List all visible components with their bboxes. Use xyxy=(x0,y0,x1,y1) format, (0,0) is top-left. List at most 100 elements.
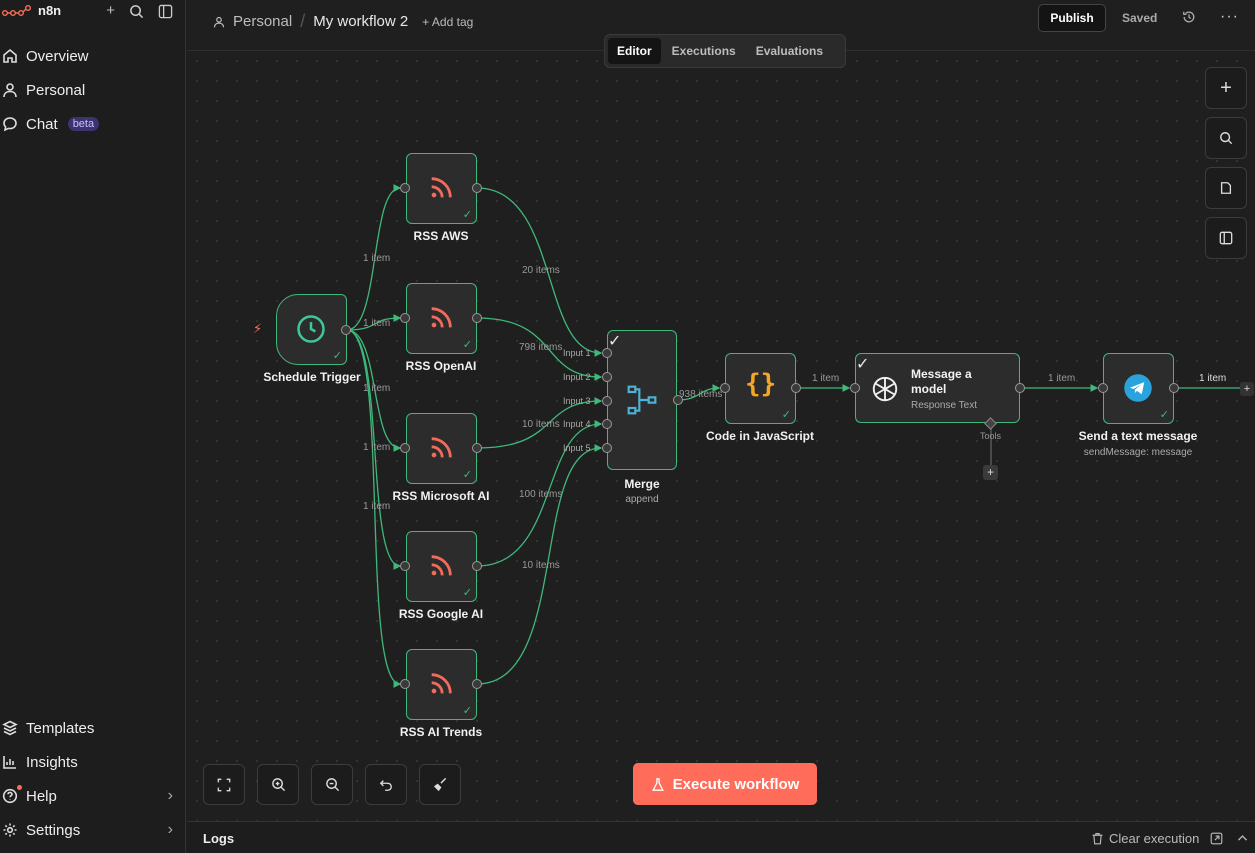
rss-microsoft-node[interactable]: ✓ xyxy=(406,413,477,484)
tab-executions[interactable]: Executions xyxy=(663,38,745,64)
add-tag-button[interactable]: + Add tag xyxy=(422,15,473,29)
undo-button[interactable] xyxy=(365,764,407,805)
input-handle[interactable] xyxy=(400,443,410,453)
output-handle[interactable] xyxy=(1169,383,1179,393)
history-icon[interactable] xyxy=(1182,10,1196,24)
flask-icon xyxy=(651,777,664,791)
output-handle[interactable] xyxy=(472,183,482,193)
sidebar-toggle-icon[interactable] xyxy=(158,4,173,19)
output-handle[interactable] xyxy=(472,313,482,323)
sticky-note-button[interactable] xyxy=(1205,167,1247,209)
telegram-node[interactable]: ✓ xyxy=(1103,353,1174,424)
rss-openai-node[interactable]: ✓ xyxy=(406,283,477,354)
output-handle[interactable] xyxy=(1015,383,1025,393)
node-label: RSS OpenAI xyxy=(405,359,477,373)
project-link[interactable]: Personal xyxy=(233,13,292,30)
check-icon: ✓ xyxy=(781,409,791,421)
edge-label: 1 item xyxy=(363,253,391,264)
popout-icon[interactable] xyxy=(1210,832,1223,845)
merge-input-handle[interactable] xyxy=(602,419,612,429)
node-subtitle: Response Text xyxy=(911,400,977,411)
merge-input-label: Input 2 xyxy=(563,372,591,382)
output-handle[interactable] xyxy=(341,325,351,335)
canvas-bottom-toolbar xyxy=(203,764,461,805)
logs-panel[interactable]: Logs Clear execution xyxy=(187,821,1255,853)
add-node-button[interactable]: + xyxy=(1240,382,1254,396)
check-icon: ✓ xyxy=(462,209,472,221)
merge-input-handle[interactable] xyxy=(602,396,612,406)
sidebar-bottom-nav: Templates Insights Help › Settings › xyxy=(0,711,185,847)
edge-label: 1 item xyxy=(1199,373,1227,384)
sidebar-item-settings[interactable]: Settings › xyxy=(0,813,185,847)
output-handle[interactable] xyxy=(472,443,482,453)
tab-editor[interactable]: Editor xyxy=(608,38,661,64)
node-label: RSS AI Trends xyxy=(399,725,483,739)
edge-label: 1 item xyxy=(812,373,840,384)
mode-tabs: Editor Executions Evaluations xyxy=(604,34,846,68)
tidy-up-button[interactable] xyxy=(419,764,461,805)
execute-workflow-button[interactable]: Execute workflow xyxy=(633,763,817,805)
input-handle[interactable] xyxy=(1098,383,1108,393)
gear-icon xyxy=(3,823,17,837)
add-tool-button[interactable]: + xyxy=(983,465,998,480)
sidebar-item-label: Help xyxy=(26,787,57,805)
breadcrumb: Personal / My workflow 2 + Add tag xyxy=(213,11,473,32)
plus-icon[interactable]: + xyxy=(106,2,115,19)
check-icon: ✓ xyxy=(462,705,472,717)
sidebar-item-help[interactable]: Help › xyxy=(0,779,185,813)
node-label: Code in JavaScript xyxy=(705,429,815,443)
sidebar-nav: Overview Personal Chat beta xyxy=(0,39,185,141)
zoom-in-button[interactable] xyxy=(257,764,299,805)
workflow-canvas[interactable]: 1 item 1 item 1 item 1 item 1 item 20 it… xyxy=(187,51,1255,821)
fit-view-button[interactable] xyxy=(203,764,245,805)
zoom-out-button[interactable] xyxy=(311,764,353,805)
input-handle[interactable] xyxy=(720,383,730,393)
check-icon: ✓ xyxy=(462,469,472,481)
sidebar-item-chat[interactable]: Chat beta xyxy=(0,107,185,141)
output-handle[interactable] xyxy=(791,383,801,393)
sidebar-item-insights[interactable]: Insights xyxy=(0,745,185,779)
sidebar-item-overview[interactable]: Overview xyxy=(0,39,185,73)
bar-chart-icon xyxy=(3,756,16,769)
merge-node[interactable]: ✓ xyxy=(607,330,677,470)
chevron-up-icon[interactable] xyxy=(1236,832,1249,845)
side-panel-button[interactable] xyxy=(1205,217,1247,259)
output-handle[interactable] xyxy=(472,679,482,689)
merge-input-handle[interactable] xyxy=(602,443,612,453)
output-handle[interactable] xyxy=(472,561,482,571)
rss-google-node[interactable]: ✓ xyxy=(406,531,477,602)
zoom-out-icon xyxy=(325,778,339,792)
search-icon[interactable] xyxy=(129,4,144,19)
sidebar-item-templates[interactable]: Templates xyxy=(0,711,185,745)
check-icon: ✓ xyxy=(608,333,622,350)
input-handle[interactable] xyxy=(400,679,410,689)
chat-bubble-icon xyxy=(3,117,17,132)
sidebar-item-personal[interactable]: Personal xyxy=(0,73,185,107)
message-model-node[interactable]: Message a model Response Text ✓ xyxy=(855,353,1020,423)
user-icon xyxy=(3,83,17,98)
merge-input-handle[interactable] xyxy=(602,348,612,358)
add-node-panel-button[interactable]: + xyxy=(1205,67,1247,109)
chevron-right-icon: › xyxy=(167,821,173,838)
tab-evaluations[interactable]: Evaluations xyxy=(747,38,832,64)
search-nodes-button[interactable] xyxy=(1205,117,1247,159)
code-node[interactable]: {} ✓ xyxy=(725,353,796,424)
workflow-name[interactable]: My workflow 2 xyxy=(313,13,408,30)
input-handle[interactable] xyxy=(400,561,410,571)
clear-execution-button[interactable]: Clear execution xyxy=(1091,831,1199,846)
more-options-icon[interactable]: ··· xyxy=(1220,8,1239,26)
input-handle[interactable] xyxy=(850,383,860,393)
app-name: n8n xyxy=(38,3,62,18)
check-icon: ✓ xyxy=(856,356,870,373)
publish-button[interactable]: Publish xyxy=(1038,4,1106,32)
rss-ai-trends-node[interactable]: ✓ xyxy=(406,649,477,720)
input-handle[interactable] xyxy=(400,313,410,323)
input-handle[interactable] xyxy=(400,183,410,193)
merge-input-handle[interactable] xyxy=(602,372,612,382)
schedule-trigger-node[interactable]: ✓ xyxy=(276,294,347,365)
n8n-logo[interactable]: n8n xyxy=(2,3,61,18)
rss-aws-node[interactable]: ✓ xyxy=(406,153,477,224)
trash-icon xyxy=(1092,833,1103,845)
code-braces-icon: {} xyxy=(745,369,777,399)
output-handle[interactable] xyxy=(673,395,683,405)
